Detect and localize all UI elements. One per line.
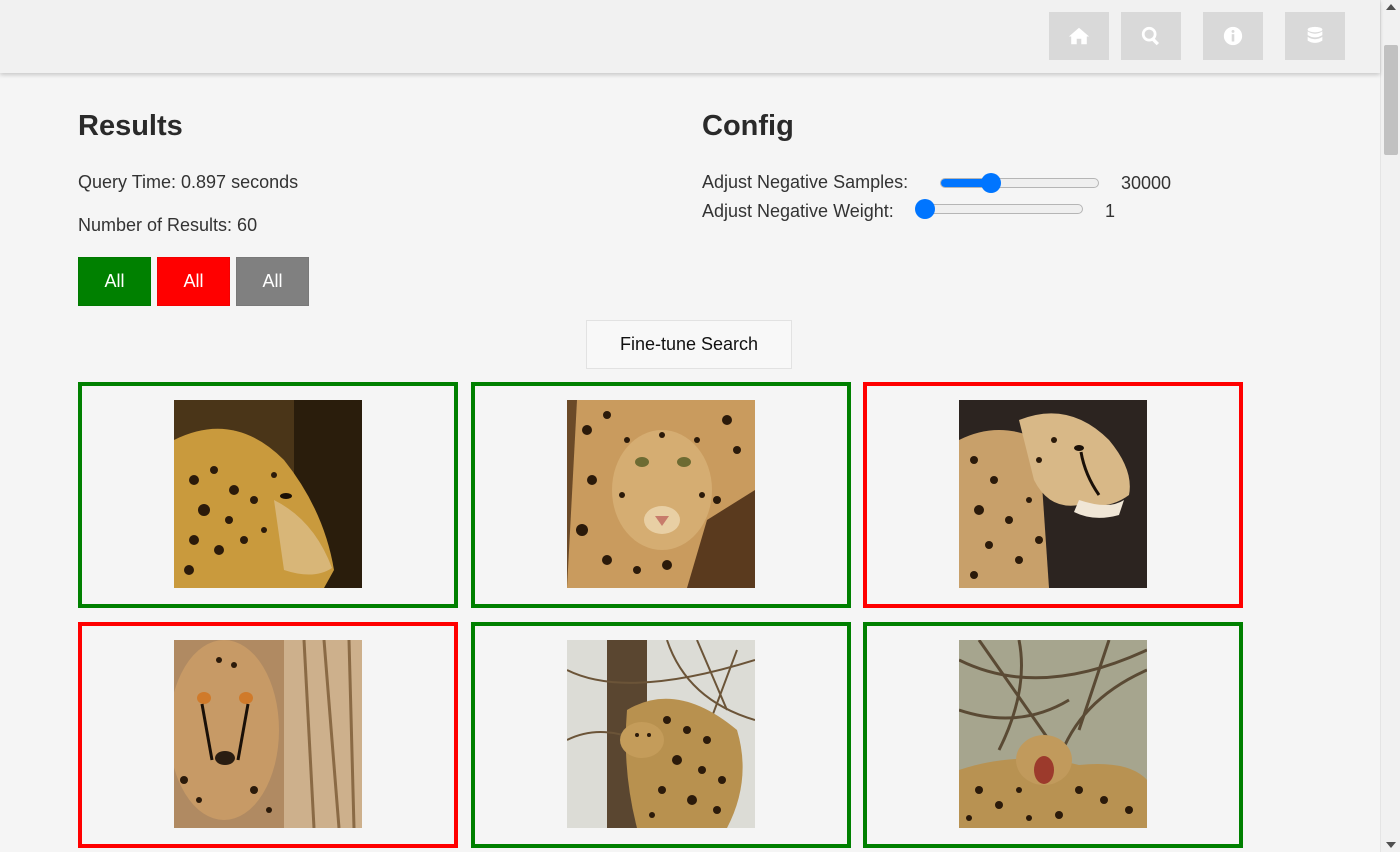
filter-positive-button[interactable]: All	[78, 257, 151, 306]
negative-samples-label: Adjust Negative Samples:	[702, 172, 909, 192]
negative-weight-label: Adjust Negative Weight:	[702, 201, 894, 221]
result-card[interactable]	[78, 382, 458, 608]
cheetah-profile-image	[959, 400, 1147, 588]
search-icon	[1141, 26, 1160, 46]
cheetah-face-image	[174, 640, 362, 828]
result-card[interactable]	[863, 622, 1243, 848]
scroll-thumb[interactable]	[1384, 45, 1398, 155]
fine-tune-search-button[interactable]: Fine-tune Search	[586, 320, 792, 369]
search-button[interactable]	[1121, 12, 1181, 60]
database-icon	[1307, 26, 1323, 43]
result-card[interactable]	[863, 382, 1243, 608]
leopard-face-image	[567, 400, 755, 588]
scroll-down-arrow[interactable]	[1386, 842, 1396, 848]
result-card[interactable]	[78, 622, 458, 848]
leopard-profile-image	[174, 400, 362, 588]
info-button[interactable]	[1203, 12, 1263, 60]
negative-samples-slider[interactable]	[940, 173, 1099, 193]
leopard-in-tree-image	[567, 640, 755, 828]
home-button[interactable]	[1049, 12, 1109, 60]
top-navbar	[0, 0, 1380, 73]
result-card[interactable]	[471, 622, 851, 848]
result-card[interactable]	[471, 382, 851, 608]
filter-negative-button[interactable]: All	[157, 257, 230, 306]
database-button[interactable]	[1285, 12, 1345, 60]
filter-neutral-button[interactable]: All	[236, 257, 309, 306]
negative-samples-value: 30000	[1121, 173, 1172, 193]
vertical-scrollbar[interactable]	[1380, 0, 1400, 852]
query-time-text: Query Time: 0.897 seconds	[78, 172, 299, 192]
scroll-up-arrow[interactable]	[1386, 4, 1396, 10]
negative-samples-thumb[interactable]	[981, 173, 1002, 193]
negative-weight-value: 1	[1105, 201, 1116, 221]
info-icon	[1223, 26, 1243, 46]
leopard-yawning-image	[959, 640, 1147, 828]
home-icon	[1068, 27, 1090, 45]
results-heading: Results	[78, 110, 183, 142]
result-count-text: Number of Results: 60	[78, 215, 258, 235]
negative-weight-thumb[interactable]	[915, 199, 935, 219]
negative-weight-slider[interactable]	[915, 199, 1083, 219]
config-heading: Config	[702, 110, 794, 142]
